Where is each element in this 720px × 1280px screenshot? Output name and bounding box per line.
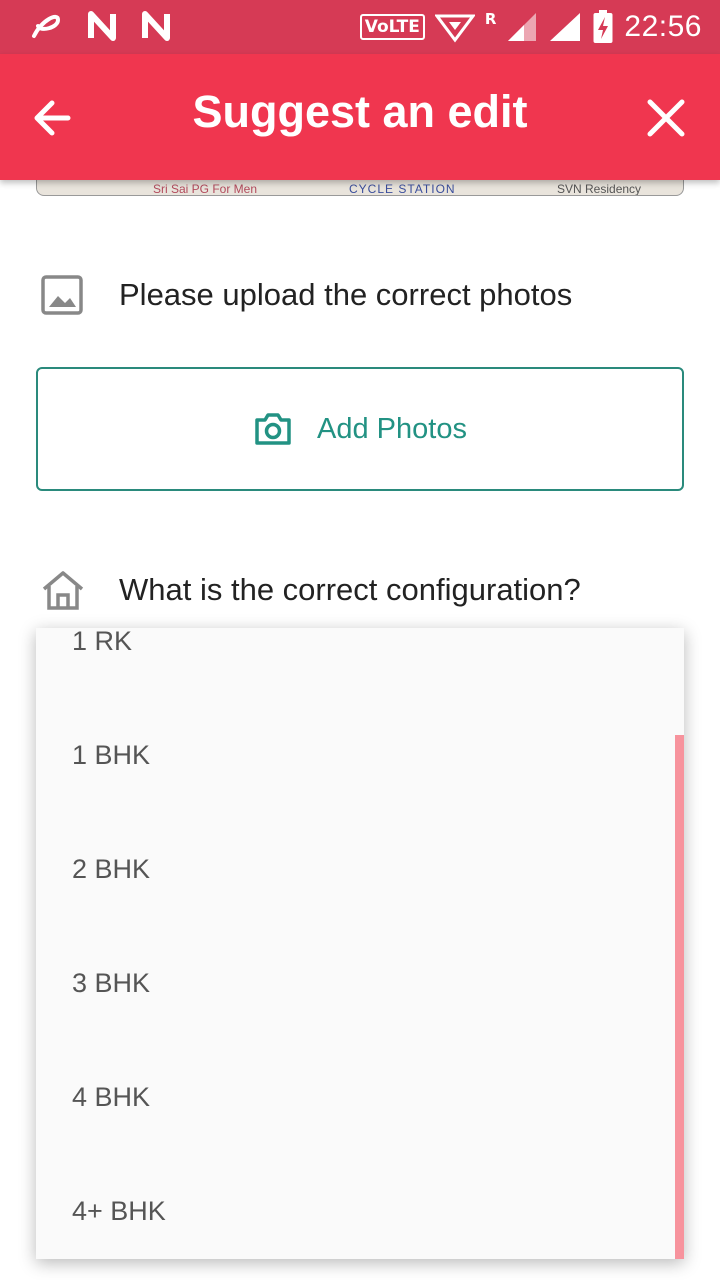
roaming-indicator: R [484,10,497,28]
close-icon[interactable] [642,94,690,142]
app-bar: Suggest an edit [0,54,720,180]
option-1-rk[interactable]: 1 RK [72,628,132,657]
status-right: VoLTE R 22:56 [359,0,702,54]
signal-icon [550,13,581,41]
home-icon [42,571,84,610]
n-logo-icon [88,11,116,41]
status-bar: VoLTE R 22:56 [0,0,720,54]
option-1-bhk[interactable]: 1 BHK [72,740,150,771]
n-logo-icon-2 [142,11,170,41]
option-2-bhk[interactable]: 2 BHK [72,854,150,885]
configuration-section-header: What is the correct configuration? [40,563,581,617]
screen: VoLTE R 22:56 Suggest an edit Sri Sai PG… [0,0,720,1280]
photos-section-header: Please upload the correct photos [40,270,572,320]
option-4-bhk[interactable]: 4 BHK [72,1082,150,1113]
notification-icons [28,10,172,42]
camera-icon [255,413,291,445]
data-arrows-icon [434,14,475,43]
map-label: CYCLE STATION [349,182,456,196]
option-3-bhk[interactable]: 3 BHK [72,968,150,999]
configuration-dropdown[interactable]: 1 RK 1 BHK 2 BHK 3 BHK 4 BHK 4+ BHK [36,628,684,1259]
option-4-plus-bhk[interactable]: 4+ BHK [72,1196,166,1227]
image-icon [41,275,83,315]
add-photos-button[interactable]: Add Photos [36,367,684,491]
page-title: Suggest an edit [192,86,528,137]
map-label: SVN Residency [557,182,642,196]
clock: 22:56 [624,10,702,43]
map-label: Sri Sai PG For Men [153,182,258,196]
add-photos-label: Add Photos [317,412,467,445]
dropdown-scrollbar[interactable] [675,735,684,1259]
configuration-prompt: What is the correct configuration? [119,572,581,607]
signal-roaming-icon [508,13,537,41]
volte-badge: VoLTE [359,14,425,40]
battery-charging-icon [593,10,613,43]
photos-prompt: Please upload the correct photos [119,277,573,312]
airtel-icon [32,14,61,38]
